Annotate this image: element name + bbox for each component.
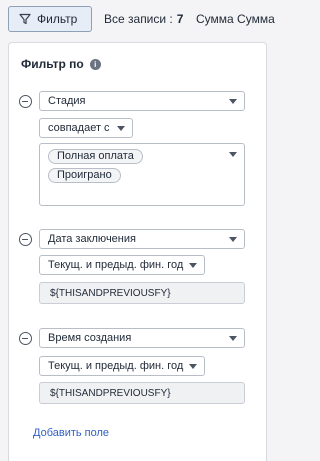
panel-title-text: Фильтр по (21, 57, 84, 71)
panel-title: Фильтр по i (21, 57, 101, 71)
filter-button[interactable]: Фильтр (8, 6, 92, 32)
records-summary: Все записи :7 (104, 12, 183, 26)
rule-2-field-label: Дата заключения (48, 233, 136, 245)
filter-icon (19, 13, 31, 25)
chevron-down-icon (189, 263, 197, 268)
add-field-link[interactable]: Добавить поле (33, 427, 109, 439)
rule-1-operator-label: совпадает с (48, 122, 110, 134)
chevron-down-icon (189, 364, 197, 369)
chevron-down-icon (229, 152, 237, 157)
rule-3-operator-label: Текущ. и предыд. фин. год (48, 360, 184, 372)
records-label: Все записи : (104, 12, 173, 26)
chevron-down-icon (229, 99, 237, 104)
rule-3-field-label: Время создания (48, 332, 132, 344)
value-tag[interactable]: Полная оплата (48, 149, 143, 164)
rule-1-operator-select[interactable]: совпадает с (39, 118, 133, 138)
value-tag[interactable]: Проиграно (48, 168, 121, 183)
remove-rule-1-button[interactable] (19, 95, 32, 108)
rule-2-value-field: ${THISANDPREVIOUSFY} (39, 282, 245, 304)
toolbar: Фильтр Все записи :7 Сумма Сумма (0, 0, 275, 40)
info-icon[interactable]: i (89, 58, 101, 70)
remove-rule-3-button[interactable] (19, 332, 32, 345)
filter-button-label: Фильтр (37, 12, 78, 26)
rule-2-field-select[interactable]: Дата заключения (39, 229, 245, 249)
rule-3-value-text: ${THISANDPREVIOUSFY} (50, 387, 171, 399)
rule-1-field-select[interactable]: Стадия (39, 91, 245, 111)
chevron-down-icon (229, 336, 237, 341)
rule-2-operator-label: Текущ. и предыд. фин. год (48, 259, 184, 271)
rule-3-value-field: ${THISANDPREVIOUSFY} (39, 382, 245, 404)
remove-rule-2-button[interactable] (19, 233, 32, 246)
rule-2-value-text: ${THISANDPREVIOUSFY} (50, 287, 171, 299)
rule-1-field-label: Стадия (48, 95, 86, 107)
rule-3-operator-select[interactable]: Текущ. и предыд. фин. год (39, 356, 205, 376)
rule-3-field-select[interactable]: Время создания (39, 328, 245, 348)
rule-1-values-multiselect[interactable]: Полная оплата Проиграно (39, 143, 245, 206)
chevron-down-icon (117, 126, 125, 131)
records-count: 7 (176, 12, 184, 26)
sum-label: Сумма Сумма (196, 12, 275, 26)
filter-panel: Фильтр по i Стадия совпадает с Полная оп… (8, 42, 267, 461)
chevron-down-icon (229, 237, 237, 242)
rule-2-operator-select[interactable]: Текущ. и предыд. фин. год (39, 255, 205, 275)
